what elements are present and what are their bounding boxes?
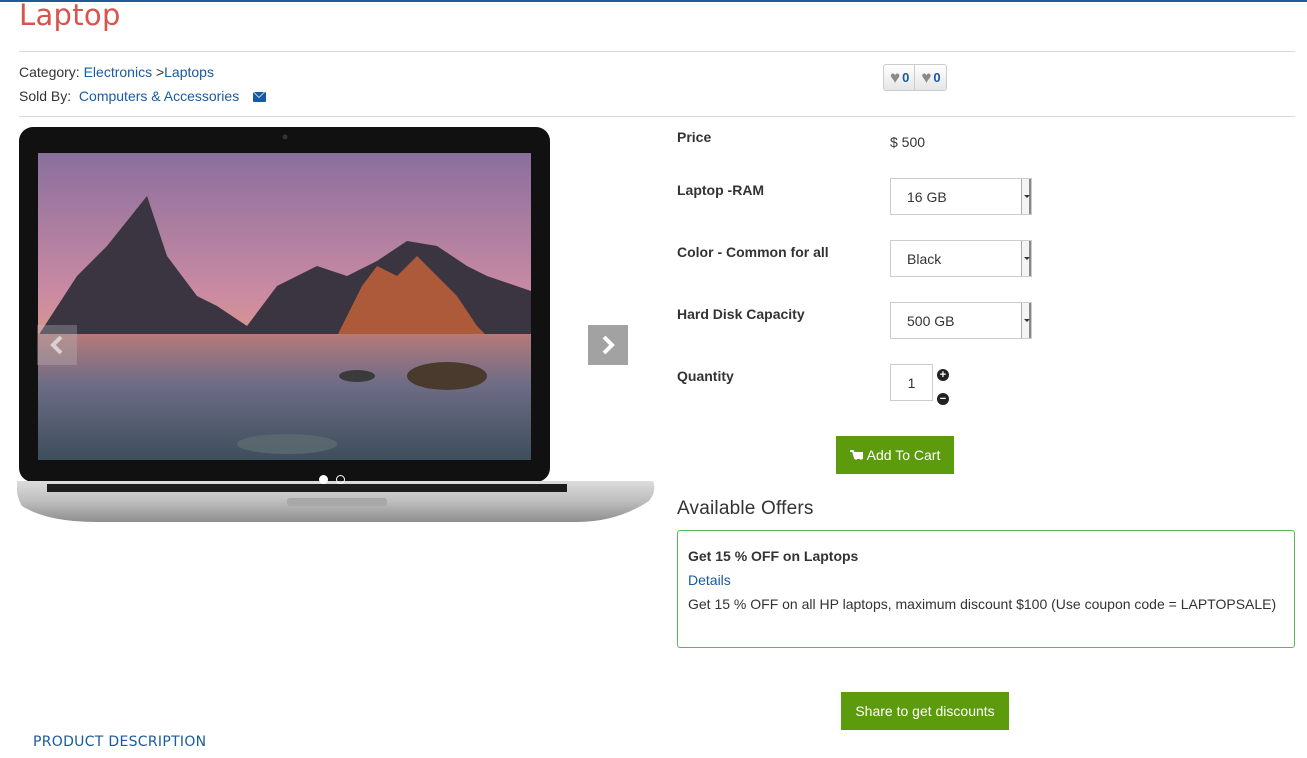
- hdd-label: Hard Disk Capacity: [677, 306, 805, 322]
- category-link-electronics[interactable]: Electronics: [84, 64, 152, 80]
- tab-product-description[interactable]: PRODUCT DESCRIPTION: [33, 734, 206, 750]
- hdd-select[interactable]: 500 GB: [890, 302, 1032, 339]
- quantity-input[interactable]: 1: [890, 364, 933, 401]
- offer-details-link[interactable]: Details: [688, 572, 731, 588]
- hdd-select-value: 500 GB: [907, 312, 955, 329]
- plus-icon[interactable]: +: [937, 369, 949, 381]
- offer-description: Get 15 % OFF on all HP laptops, maximum …: [688, 596, 1277, 612]
- chevron-right-icon: [602, 335, 615, 355]
- price-label: Price: [677, 129, 712, 145]
- cart-icon: [849, 450, 863, 460]
- broken-heart-icon: ♥: [921, 68, 932, 87]
- chevron-down-icon: [1021, 179, 1031, 214]
- envelope-icon[interactable]: [253, 92, 267, 102]
- color-select[interactable]: Black: [890, 240, 1032, 277]
- ram-select-value: 16 GB: [907, 188, 947, 205]
- carousel-dot-1[interactable]: [319, 475, 328, 484]
- divider: [19, 116, 1295, 117]
- chevron-down-icon: [1021, 303, 1031, 338]
- product-image-carousel: [16, 126, 657, 526]
- product-image: [16, 127, 655, 522]
- ram-select[interactable]: 16 GB: [890, 178, 1032, 215]
- seller-link[interactable]: Computers & Accessories: [79, 88, 239, 104]
- price-value: $ 500: [890, 134, 926, 150]
- chevron-left-icon: [50, 335, 63, 355]
- heart-icon: ♥: [890, 68, 901, 87]
- minus-icon[interactable]: −: [937, 393, 949, 405]
- category-label: Category:: [19, 64, 80, 80]
- offer-title: Get 15 % OFF on Laptops: [688, 548, 859, 564]
- dislike-button[interactable]: ♥ 0: [914, 65, 945, 90]
- color-select-value: Black: [907, 250, 942, 267]
- ram-label: Laptop -RAM: [677, 182, 765, 198]
- divider: [19, 51, 1295, 52]
- carousel-dot-2[interactable]: [336, 475, 345, 484]
- page-title: Laptop: [19, 0, 121, 32]
- carousel-prev-button[interactable]: [37, 325, 77, 365]
- top-border: [0, 0, 1307, 2]
- sold-by-label: Sold By:: [19, 88, 72, 104]
- like-count: 0: [902, 70, 910, 85]
- share-discount-button[interactable]: Share to get discounts: [841, 692, 1009, 730]
- add-to-cart-label: Add To Cart: [866, 447, 941, 463]
- like-button[interactable]: ♥ 0: [884, 65, 914, 90]
- quantity-label: Quantity: [677, 368, 734, 384]
- add-to-cart-button[interactable]: Add To Cart: [836, 436, 954, 474]
- category-link-laptops[interactable]: Laptops: [164, 64, 214, 80]
- reaction-buttons: ♥ 0 ♥ 0: [883, 64, 947, 91]
- chevron-down-icon: [1021, 241, 1031, 276]
- seller-line: Sold By: Computers & Accessories: [19, 88, 267, 104]
- offer-card: Get 15 % OFF on Laptops Details Get 15 %…: [677, 530, 1295, 648]
- carousel-next-button[interactable]: [588, 325, 628, 365]
- color-label: Color - Common for all: [677, 244, 829, 260]
- category-line: Category: Electronics >Laptops: [19, 64, 214, 80]
- offers-heading: Available Offers: [677, 498, 814, 519]
- dislike-count: 0: [933, 70, 941, 85]
- category-separator: >: [155, 64, 165, 80]
